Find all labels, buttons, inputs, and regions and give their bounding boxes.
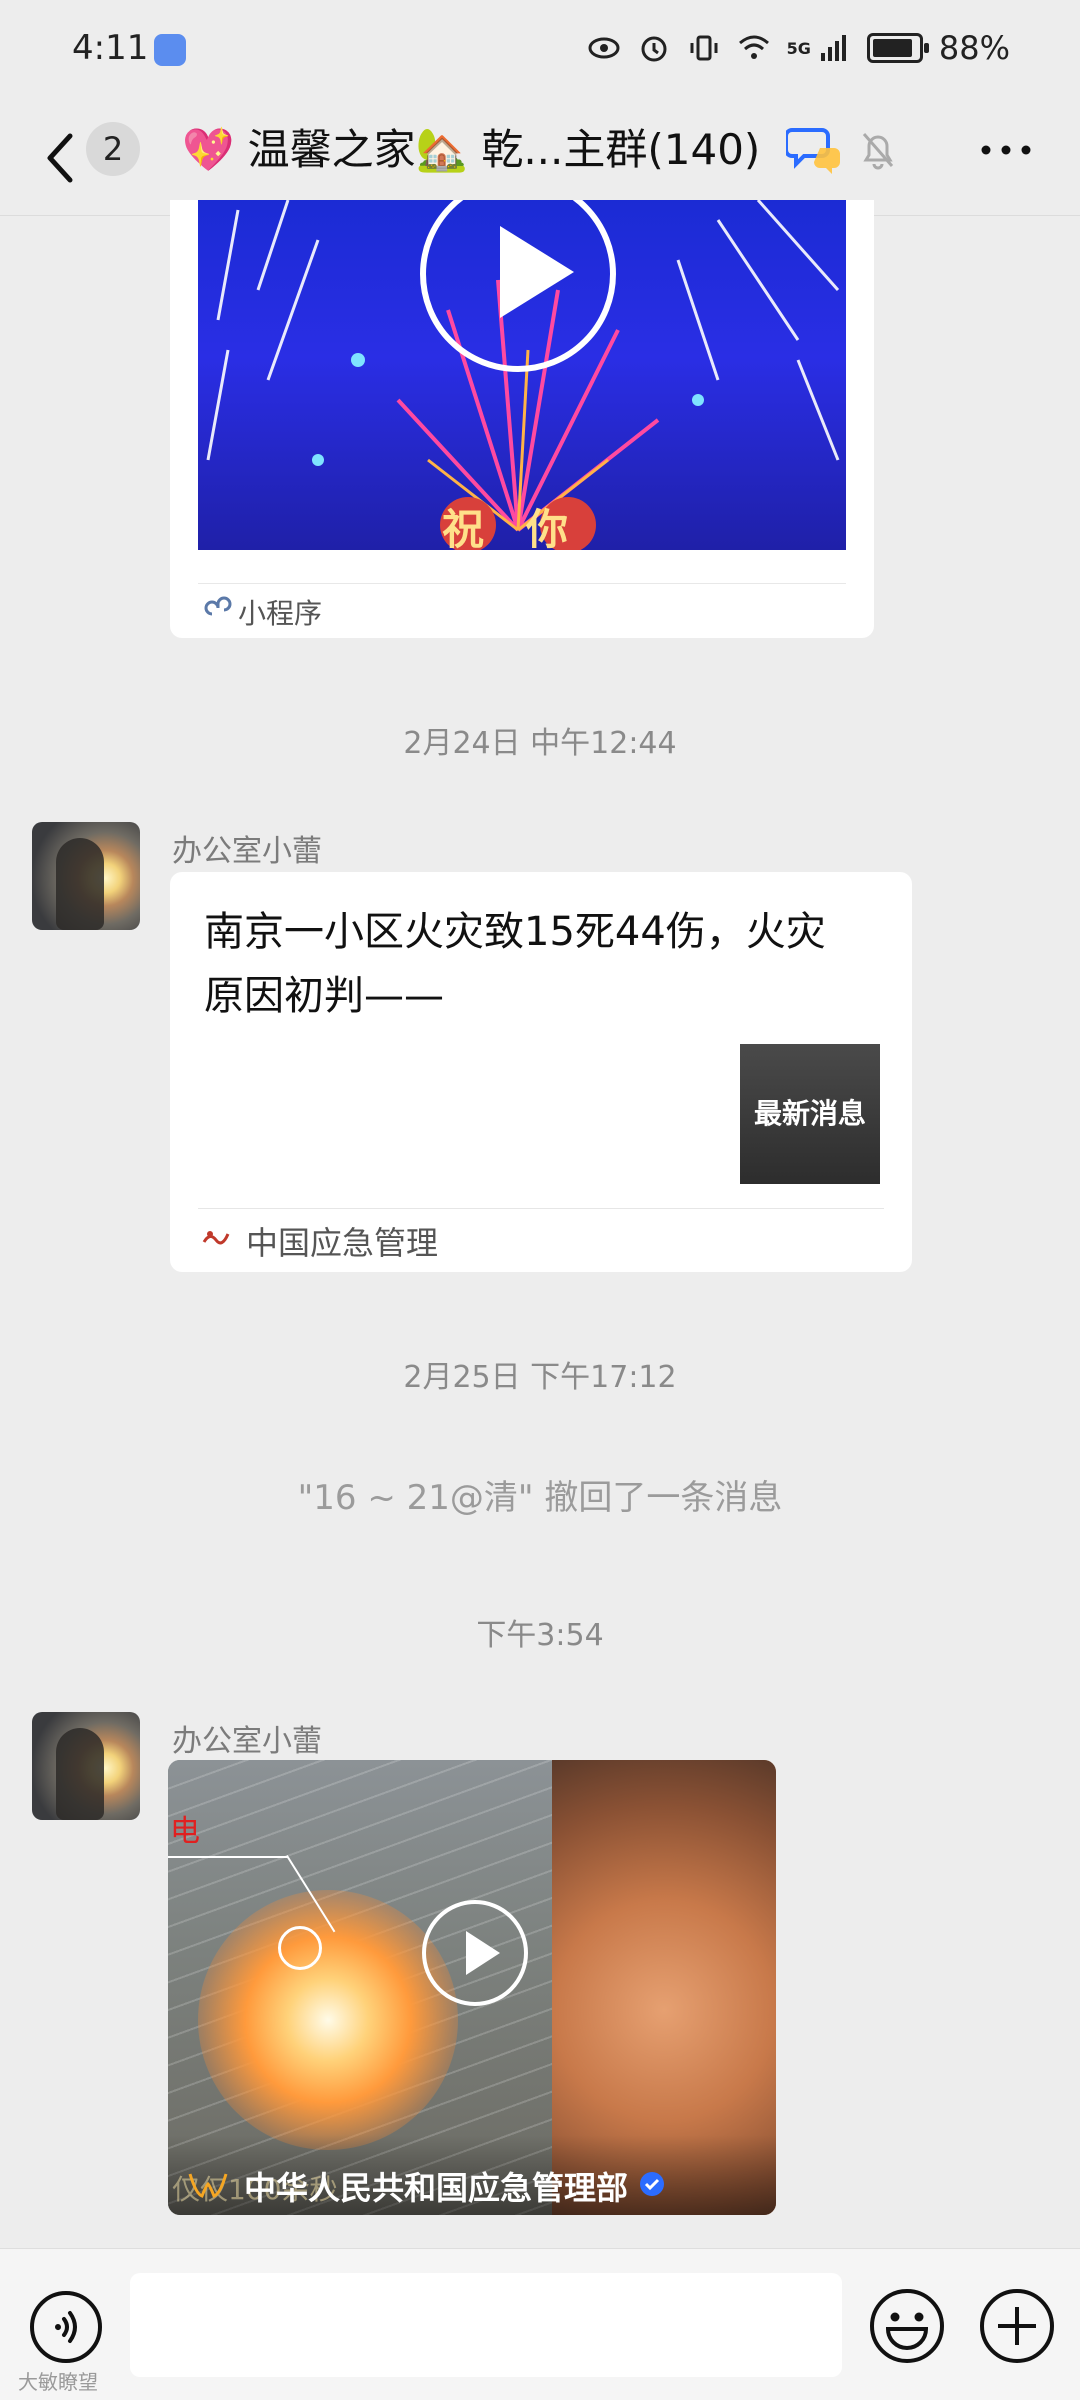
fireworks-thumbnail: 祝你 <box>198 200 846 554</box>
chat-screen: 4:11 5G 88% 2 💖 温馨之家🏡 乾...主群(140) 祝你 小程序… <box>0 0 1080 2400</box>
mini-program-label: 小程序 <box>238 597 323 630</box>
network-type-label: 5G <box>786 38 811 58</box>
signal-icon <box>820 35 846 61</box>
news-thumbnail: 最新消息 <box>740 1044 880 1184</box>
voice-input-icon[interactable] <box>28 2289 104 2365</box>
battery-percent: 88% <box>938 29 1010 67</box>
time-separator: 2月24日 中午12:44 <box>403 726 677 761</box>
verified-badge-icon <box>640 2172 664 2196</box>
message-input[interactable] <box>130 2273 842 2377</box>
house-emoji: 🏡 <box>415 125 468 174</box>
source-logo-icon <box>202 1231 230 1245</box>
watermark: 大敏瞭望 <box>18 2370 98 2394</box>
time-separator: 2月25日 下午17:12 <box>403 1360 677 1395</box>
chat-title-part-2: 乾...主群(140) <box>481 125 761 174</box>
explosion-glow <box>198 1890 458 2150</box>
news-title: 南京一小区火灾致15死44伤，火灾原因初判—— <box>204 909 826 1019</box>
play-icon <box>500 226 574 318</box>
play-icon <box>466 1931 500 1975</box>
annotation-ring <box>278 1926 322 1970</box>
wifi-icon <box>738 35 769 59</box>
recall-notice: "16 ~ 21@清" 撤回了一条消息 <box>297 1478 783 1518</box>
muted-bell-icon <box>862 133 894 170</box>
time-separator: 下午3:54 <box>476 1618 604 1653</box>
chat-title[interactable]: 💖 温馨之家🏡 乾...主群(140) <box>182 120 782 180</box>
heart-emoji: 💖 <box>182 125 235 174</box>
status-time: 4:11 <box>72 28 149 68</box>
notification-app-icon <box>154 34 186 66</box>
eye-icon <box>588 37 620 59</box>
sender-avatar[interactable] <box>32 822 140 930</box>
vibrate-icon <box>690 35 718 61</box>
annotation-line <box>168 1856 288 1858</box>
fireworks-overlay-text: 祝你 <box>442 505 611 554</box>
sender-name: 办公室小蕾 <box>172 834 322 869</box>
card-divider <box>198 583 846 584</box>
news-link-card[interactable]: 南京一小区火灾致15死44伤，火灾原因初判—— 最新消息 中国应急管理 <box>170 872 912 1272</box>
emoji-icon[interactable] <box>868 2287 946 2365</box>
sender-avatar[interactable] <box>32 1712 140 1820</box>
status-icons: 5G 88% <box>587 26 1010 70</box>
input-bar <box>0 2248 1080 2400</box>
plus-icon[interactable] <box>978 2287 1056 2365</box>
channel-name: 中华人民共和国应急管理部 <box>244 2169 629 2207</box>
back-icon[interactable] <box>38 128 88 188</box>
mini-program-icon <box>204 596 232 616</box>
video-annotation-label: 电 <box>170 1814 200 1849</box>
chat-title-part-1: 温馨之家 <box>247 125 416 174</box>
mini-program-card[interactable]: 祝你 小程序 <box>170 200 874 638</box>
channels-logo-icon <box>188 2173 228 2198</box>
channels-video-card[interactable]: 电 仅仅100余秒 中华人民共和国应急管理部 <box>168 1760 776 2215</box>
play-button[interactable] <box>422 1900 528 2006</box>
battery-icon <box>866 33 929 63</box>
unread-count-badge[interactable]: 2 <box>86 122 140 176</box>
alarm-icon <box>641 36 667 62</box>
chat-bubbles-icon <box>786 128 840 174</box>
more-options-icon[interactable] <box>976 140 1036 160</box>
card-divider <box>198 1208 884 1209</box>
status-bar: 4:11 5G 88% <box>0 0 1080 100</box>
sender-name: 办公室小蕾 <box>172 1724 322 1759</box>
news-source: 中国应急管理 <box>246 1224 439 1262</box>
